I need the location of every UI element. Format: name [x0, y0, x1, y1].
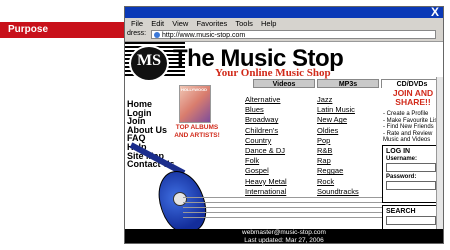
genre-link[interactable]: International	[245, 187, 325, 197]
join-benefit: - Rate and Review Music and Videos	[383, 130, 433, 144]
genre-link[interactable]: Alternative	[245, 95, 325, 105]
browser-window: X File Edit View Favorites Tools Help dr…	[124, 6, 444, 244]
password-field[interactable]	[386, 181, 436, 190]
genre-link[interactable]: Broadway	[245, 115, 325, 125]
title-bar: X	[125, 7, 443, 19]
address-label: dress:	[127, 30, 147, 37]
purpose-label: Purpose	[8, 24, 49, 35]
url-text: http://www.music-stop.com	[162, 32, 246, 39]
last-updated: Last updated: Mar 27, 2006	[244, 236, 324, 244]
purpose-label-banner: Purpose	[0, 22, 124, 38]
tab-mp3s[interactable]: MP3s	[317, 79, 379, 88]
genre-link[interactable]: Heavy Metal	[245, 177, 325, 187]
page-footer: webmaster@music-stop.com Last updated: M…	[125, 229, 443, 244]
address-bar: dress: http://www.music-stop.com	[125, 29, 443, 42]
username-field[interactable]	[386, 163, 436, 172]
search-panel: SEARCH	[382, 205, 440, 231]
menu-favorites[interactable]: Favorites	[196, 18, 227, 29]
site-logo[interactable]: MS	[129, 45, 169, 82]
top-albums-link[interactable]: TOP ALBUMS AND ARTISTS!	[174, 124, 220, 139]
menu-help[interactable]: Help	[261, 18, 276, 29]
site-tagline: Your Online Music Shop	[215, 67, 331, 79]
genre-link[interactable]: Gospel	[245, 166, 325, 176]
menu-bar: File Edit View Favorites Tools Help	[125, 18, 443, 29]
logo-letters: MS	[137, 52, 161, 69]
menu-file[interactable]: File	[131, 18, 143, 29]
genre-link[interactable]: Country	[245, 136, 325, 146]
webmaster-email-link[interactable]: webmaster@music-stop.com	[125, 229, 443, 237]
join-title[interactable]: JOIN AND SHARE!!	[383, 89, 443, 107]
url-input[interactable]: http://www.music-stop.com	[151, 30, 436, 39]
music-staff-graphic	[183, 197, 383, 225]
browser-icon	[154, 32, 160, 39]
login-heading: LOG IN	[386, 148, 411, 155]
login-panel: LOG IN Username: Password:	[382, 145, 440, 203]
password-label: Password:	[386, 174, 417, 180]
menu-view[interactable]: View	[172, 18, 188, 29]
menu-tools[interactable]: Tools	[235, 18, 253, 29]
page-scrollbar[interactable]	[436, 77, 443, 229]
genre-link[interactable]: Blues	[245, 105, 325, 115]
web-page: MS The Music Stop Your Online Music Shop…	[125, 42, 443, 244]
tab-videos[interactable]: Videos	[253, 79, 315, 88]
tab-cd-dvds[interactable]: CD/DVDs	[381, 79, 443, 88]
join-benefits-list: - Create a Profile - Make Favourite List…	[383, 111, 443, 144]
genre-link[interactable]: Dance & DJ	[245, 146, 325, 156]
genre-link[interactable]: Children's	[245, 126, 325, 136]
featured-album-image[interactable]: HOLLYWOOD	[179, 85, 211, 123]
genre-link[interactable]: Folk	[245, 156, 325, 166]
album-image-label: HOLLYWOOD	[181, 87, 208, 92]
username-label: Username:	[386, 156, 418, 162]
genre-column-left: Alternative Blues Broadway Children's Co…	[245, 95, 325, 197]
search-input[interactable]	[386, 216, 436, 225]
search-heading: SEARCH	[386, 208, 416, 215]
menu-edit[interactable]: Edit	[151, 18, 164, 29]
